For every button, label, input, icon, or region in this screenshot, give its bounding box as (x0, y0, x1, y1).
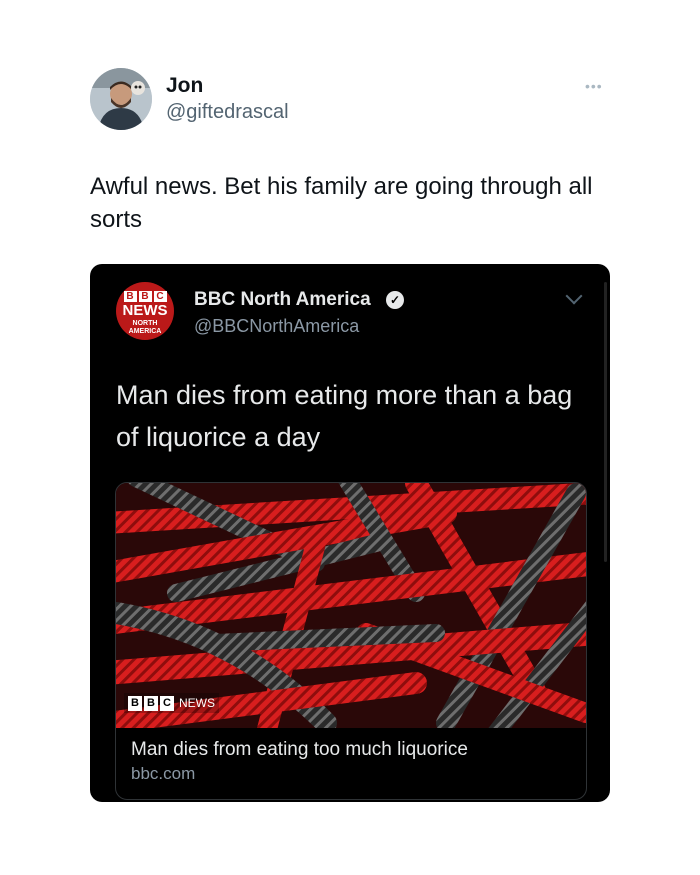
quoted-tweet[interactable]: B B C NEWS NORTH AMERICA BBC North Ameri… (90, 264, 610, 802)
quoted-author-handle[interactable]: @BBCNorthAmerica (194, 316, 359, 337)
link-card-domain[interactable]: bbc.com (131, 764, 195, 784)
tweet: Jon @giftedrascal ••• Awful news. Bet hi… (0, 0, 700, 875)
bbc-region-line: AMERICA (128, 328, 162, 335)
liquorice-image: B B C NEWS (116, 483, 586, 728)
more-options-icon[interactable]: ••• (585, 78, 603, 94)
badge-block: C (160, 695, 174, 711)
link-card[interactable]: B B C NEWS Man dies from eating too much… (115, 482, 587, 800)
author-handle[interactable]: @giftedrascal (166, 101, 289, 124)
bbc-region-line: NORTH (132, 320, 158, 327)
bbc-news-word: NEWS (122, 302, 168, 319)
bbc-news-badge: B B C NEWS (124, 693, 219, 713)
verified-badge-icon: ✓ (386, 291, 404, 309)
author-name[interactable]: Jon (166, 74, 203, 98)
chevron-down-icon[interactable] (565, 287, 583, 305)
bbc-blocks: B B C (123, 291, 167, 302)
link-card-title[interactable]: Man dies from eating too much liquorice (131, 739, 468, 761)
tweet-text: Awful news. Bet his family are going thr… (90, 173, 593, 233)
badge-block: B (128, 695, 142, 711)
scrollbar[interactable] (604, 282, 607, 562)
avatar-photo (90, 68, 152, 130)
badge-block: B (144, 695, 158, 711)
quoted-tweet-text: Man dies from eating more than a bag of … (116, 380, 573, 452)
bbc-news-logo[interactable]: B B C NEWS NORTH AMERICA (116, 282, 174, 340)
bbc-block: C (153, 291, 167, 302)
liquorice-photo (116, 483, 586, 728)
bbc-block: B (138, 291, 152, 302)
bbc-block: B (123, 291, 137, 302)
badge-word: NEWS (179, 696, 215, 710)
avatar[interactable] (90, 68, 152, 130)
bbc-region: NORTH AMERICA (116, 320, 174, 336)
quoted-author-name[interactable]: BBC North America (194, 289, 371, 311)
